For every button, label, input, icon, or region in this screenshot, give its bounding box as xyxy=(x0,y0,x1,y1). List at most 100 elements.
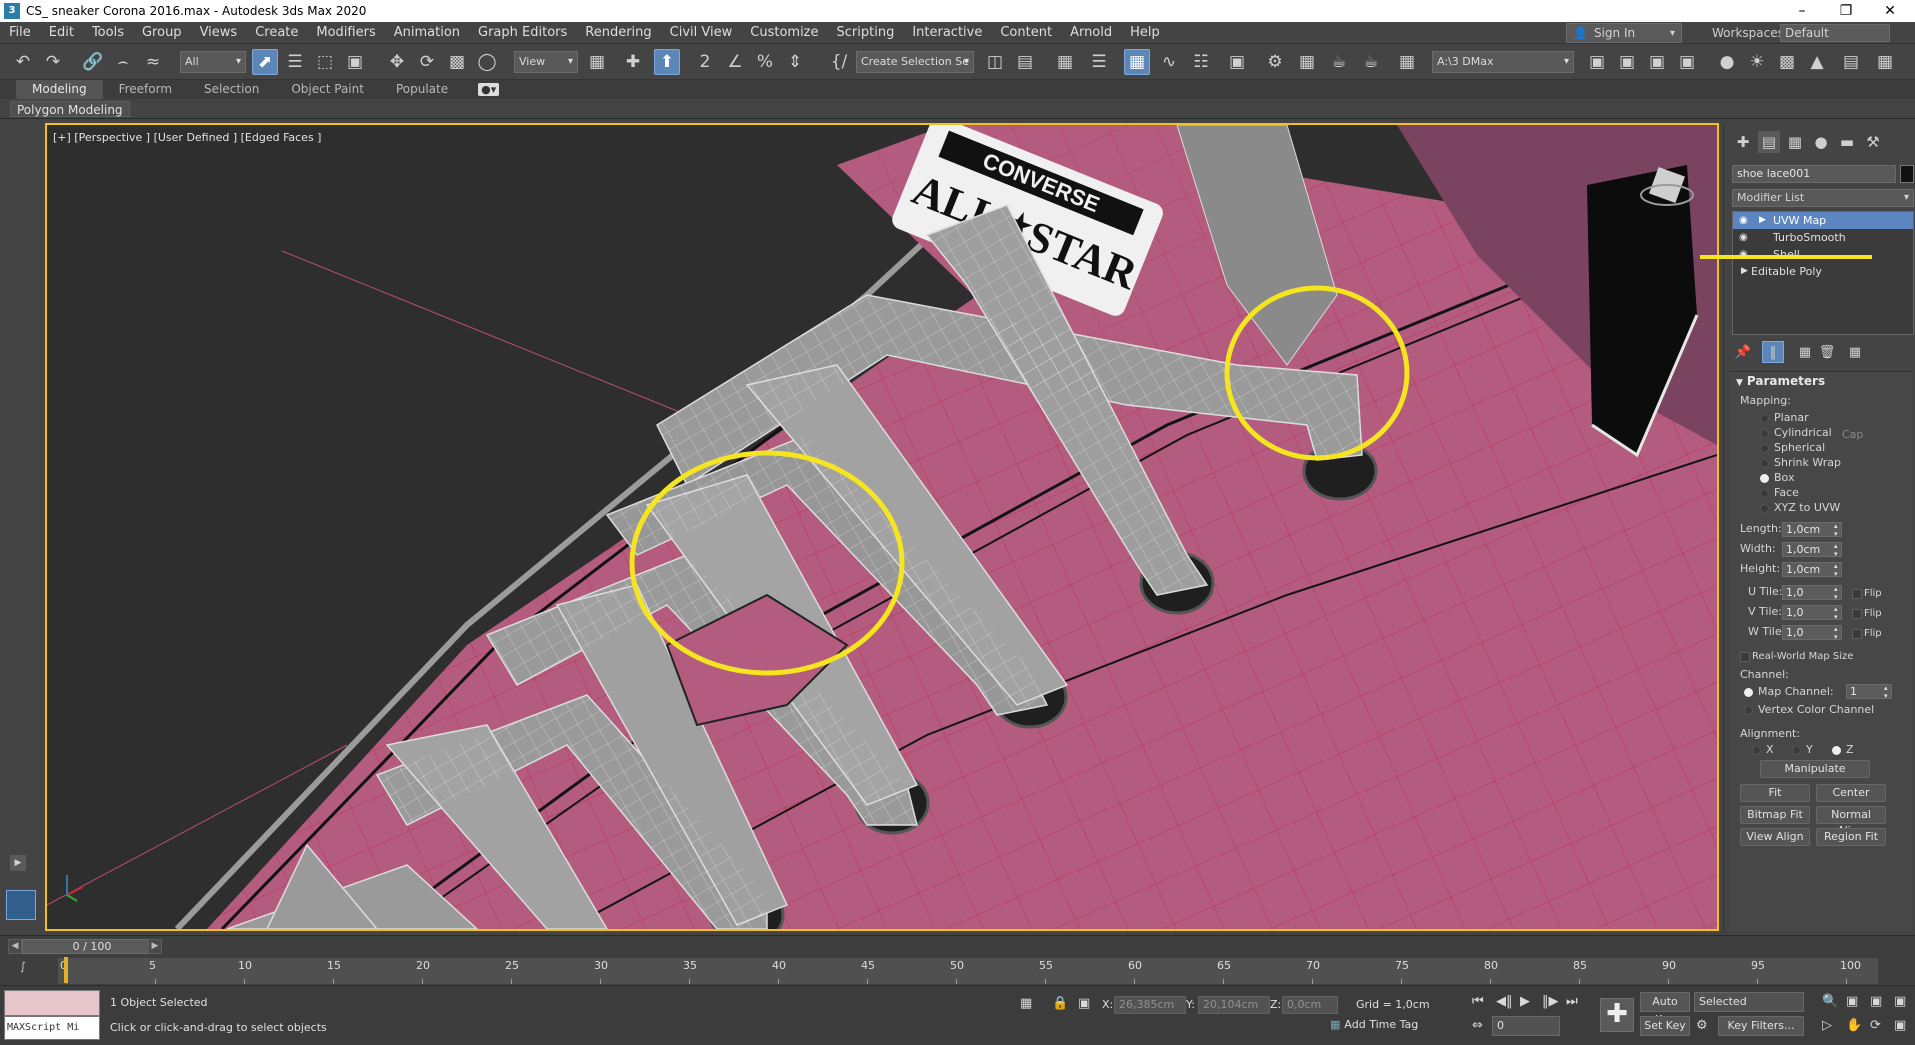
snaps-toggle-icon[interactable]: 2 xyxy=(692,49,718,75)
stack-item-uvw-map[interactable]: ◉ ▶ UVW Map xyxy=(1733,212,1913,229)
fit-button[interactable]: Fit xyxy=(1740,784,1810,802)
toggle-ribbon-icon[interactable]: ▦ xyxy=(1124,49,1150,75)
view-align-button[interactable]: View Align xyxy=(1740,828,1810,846)
mapping-radio-shrink-wrap[interactable]: Shrink Wrap xyxy=(1760,455,1841,470)
stack-item-editable-poly[interactable]: ▶ Editable Poly xyxy=(1733,263,1913,280)
expand-arrow-icon[interactable]: ▶ xyxy=(1759,212,1766,229)
ribbon-tab-modeling[interactable]: Modeling xyxy=(16,80,103,99)
workspace-dropdown[interactable]: Default xyxy=(1780,24,1890,42)
viewport-label[interactable]: [+] [Perspective ] [User Defined ] [Edge… xyxy=(53,131,321,144)
normal-align-button[interactable]: Normal Align xyxy=(1816,806,1886,837)
mapping-radio-spherical[interactable]: Spherical xyxy=(1760,440,1825,455)
rectangular-selection-icon[interactable]: ⬚ xyxy=(312,49,338,75)
project-path-dropdown[interactable]: A:\3 DMax xyxy=(1432,51,1574,73)
curve-editor-icon[interactable]: ∿ xyxy=(1156,49,1182,75)
current-frame-field[interactable]: 0 xyxy=(1492,1016,1560,1036)
ribbon-tab-freeform[interactable]: Freeform xyxy=(103,80,188,99)
key-filter-icon[interactable]: ⚙ xyxy=(1696,1018,1708,1033)
make-unique-icon[interactable]: ▦ xyxy=(1794,341,1816,363)
unlink-icon[interactable]: ⌢ xyxy=(110,49,136,75)
zoom-icon[interactable]: 🔍 xyxy=(1822,994,1838,1009)
mapping-radio-box[interactable]: Box xyxy=(1760,470,1794,485)
select-object-icon[interactable]: ⬈ xyxy=(252,49,278,75)
z-coordinate-field[interactable]: 0,0cm xyxy=(1282,996,1338,1014)
layer-explorer-icon[interactable]: ☰ xyxy=(1086,49,1112,75)
key-filters-button[interactable]: Key Filters... xyxy=(1718,1016,1804,1036)
center-button[interactable]: Center xyxy=(1816,784,1886,802)
visibility-eye-icon[interactable]: ◉ xyxy=(1739,212,1748,229)
alignment-radio-y[interactable]: Y xyxy=(1792,742,1813,757)
next-frame-arrow-icon[interactable]: ▶ xyxy=(148,939,162,954)
y-coordinate-field[interactable]: 20,104cm xyxy=(1198,996,1270,1014)
map-channel-radio[interactable]: Map Channel: xyxy=(1744,684,1834,699)
v-flip-checkbox[interactable]: Flip xyxy=(1852,607,1882,620)
manipulate-button[interactable]: Manipulate xyxy=(1760,760,1870,778)
menu-interactive[interactable]: Interactive xyxy=(903,22,991,44)
height-spinner[interactable]: 1,0cm xyxy=(1782,562,1842,578)
menu-views[interactable]: Views xyxy=(191,22,247,44)
maxscript-listener[interactable]: MAXScript Mi xyxy=(4,990,100,1042)
curve-editor-mini-icon[interactable]: ∫ xyxy=(20,960,26,973)
visibility-eye-icon[interactable]: ◉ xyxy=(1739,229,1748,246)
width-spinner[interactable]: 1,0cm xyxy=(1782,542,1842,558)
utilities-tab-icon[interactable]: ⚒ xyxy=(1862,131,1884,153)
expand-arrow-icon[interactable]: ▶ xyxy=(1741,263,1748,280)
modify-tab-icon[interactable]: ▤ xyxy=(1758,131,1780,153)
object-name-field[interactable]: shoe lace001 xyxy=(1732,165,1896,183)
x-coordinate-field[interactable]: 26,385cm xyxy=(1114,996,1186,1014)
scene-explorer-icon[interactable]: ▦ xyxy=(1052,49,1078,75)
mirror-icon[interactable]: ◫ xyxy=(982,49,1008,75)
render-in-cloud-icon[interactable]: ▦ xyxy=(1394,49,1420,75)
mapping-radio-planar[interactable]: Planar xyxy=(1760,410,1809,425)
place-icon[interactable]: ◯ xyxy=(474,49,500,75)
select-by-name-icon[interactable]: ☰ xyxy=(282,49,308,75)
stack-item-turbosmooth[interactable]: ◉ TurboSmooth xyxy=(1733,229,1913,246)
menu-help[interactable]: Help xyxy=(1121,22,1169,44)
ribbon-tab-object-paint[interactable]: Object Paint xyxy=(275,80,380,99)
modifier-list-dropdown[interactable]: Modifier List xyxy=(1732,189,1914,207)
ribbon-tab-populate[interactable]: Populate xyxy=(380,80,464,99)
maxscript-output[interactable] xyxy=(4,990,100,1016)
time-slider[interactable]: 0 / 100 xyxy=(22,939,162,954)
lock-selection-icon[interactable]: 🔒 xyxy=(1052,996,1068,1011)
cap-checkbox[interactable]: Cap xyxy=(1842,428,1863,441)
key-mode-toggle-icon[interactable]: ⇔ xyxy=(1472,1018,1483,1033)
bind-space-warp-icon[interactable]: ≈ xyxy=(140,49,166,75)
render-setup-icon[interactable]: ⚙ xyxy=(1262,49,1288,75)
corona-tool2-icon[interactable]: ▣ xyxy=(1614,49,1640,75)
menu-group[interactable]: Group xyxy=(133,22,191,44)
corona-tool3-icon[interactable]: ▣ xyxy=(1644,49,1670,75)
menu-content[interactable]: Content xyxy=(991,22,1061,44)
time-track[interactable]: 0510152025303540455055606570758085909510… xyxy=(58,958,1878,984)
region-fit-button[interactable]: Region Fit xyxy=(1816,828,1886,846)
reference-coordinate-dropdown[interactable]: View xyxy=(514,51,578,73)
render-production-icon[interactable]: ☕ xyxy=(1326,49,1352,75)
w-tile-spinner[interactable]: 1,0 xyxy=(1782,625,1842,641)
sign-in-button[interactable]: 👤 Sign In ▾ xyxy=(1566,23,1682,43)
previous-frame-icon[interactable]: ◀‖ xyxy=(1496,994,1513,1009)
next-frame-icon[interactable]: ‖▶ xyxy=(1542,994,1559,1009)
alignment-radio-z[interactable]: Z xyxy=(1832,742,1854,757)
set-keys-big-button[interactable]: ✚ xyxy=(1600,998,1634,1032)
u-flip-checkbox[interactable]: Flip xyxy=(1852,587,1882,600)
render-iterative-icon[interactable]: ☕ xyxy=(1358,49,1384,75)
named-selection-dropdown[interactable]: Create Selection Se xyxy=(856,51,974,73)
percent-snap-icon[interactable]: % xyxy=(752,49,778,75)
menu-file[interactable]: File xyxy=(0,22,40,44)
spinner-snap-icon[interactable]: ⇕ xyxy=(782,49,808,75)
select-manipulate-icon[interactable]: ✚ xyxy=(620,49,646,75)
minimize-icon[interactable]: – xyxy=(1780,0,1824,22)
field-of-view-icon[interactable]: ▷ xyxy=(1822,1018,1832,1033)
align-icon[interactable]: ▤ xyxy=(1012,49,1038,75)
go-to-start-icon[interactable]: ⏮ xyxy=(1472,994,1484,1009)
create-tab-icon[interactable]: ✚ xyxy=(1732,131,1754,153)
corona-tool4-icon[interactable]: ▣ xyxy=(1674,49,1700,75)
hierarchy-tab-icon[interactable]: ▦ xyxy=(1784,131,1806,153)
auto-key-button[interactable]: Auto Key xyxy=(1640,992,1690,1026)
vertex-color-channel-radio[interactable]: Vertex Color Channel xyxy=(1744,702,1874,717)
perspective-viewport[interactable]: [+] [Perspective ] [User Defined ] [Edge… xyxy=(45,123,1719,931)
orbit-icon[interactable]: ⟳ xyxy=(1870,1018,1881,1033)
zoom-all-icon[interactable]: ▣ xyxy=(1846,994,1858,1009)
display-tab-icon[interactable]: ▬ xyxy=(1836,131,1858,153)
time-marker[interactable] xyxy=(64,957,68,983)
